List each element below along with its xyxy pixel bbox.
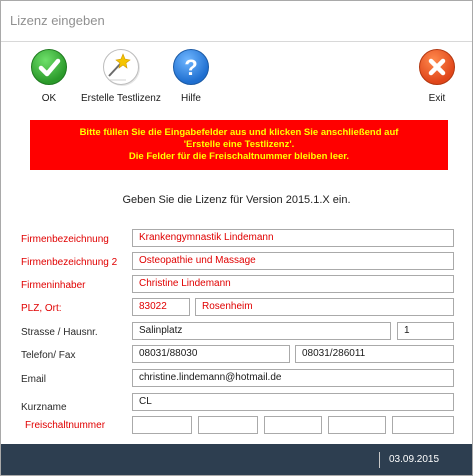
svg-text:?: ? bbox=[184, 55, 197, 80]
help-icon: ? bbox=[173, 49, 209, 85]
checkmark-icon bbox=[31, 49, 67, 85]
email-label: Email bbox=[21, 374, 47, 385]
notice-line-2: 'Erstelle eine Testlizenz'. bbox=[183, 139, 295, 150]
freischaltnummer-label: Freischaltnummer bbox=[25, 420, 106, 431]
freischalt-field-4[interactable] bbox=[328, 416, 386, 434]
close-icon bbox=[419, 49, 455, 85]
version-subtitle: Geben Sie die Lizenz für Version 2015.1.… bbox=[122, 194, 351, 206]
email-field[interactable]: christine.lindemann@hotmail.de bbox=[132, 369, 454, 387]
freischalt-field-2[interactable] bbox=[198, 416, 258, 434]
hausnr-field[interactable]: 1 bbox=[397, 322, 454, 340]
firmenbezeichnung-label: Firmenbezeichnung bbox=[21, 234, 109, 245]
create-test-license-label: Erstelle Testlizenz bbox=[81, 93, 161, 104]
freischalt-field-5[interactable] bbox=[392, 416, 454, 434]
telefon-field[interactable]: 08031/88030 bbox=[132, 345, 290, 363]
fax-field[interactable]: 08031/286011 bbox=[295, 345, 454, 363]
help-label: Hilfe bbox=[180, 93, 201, 104]
telefon-fax-label: Telefon/ Fax bbox=[21, 350, 76, 361]
title-bar: Lizenz eingeben bbox=[1, 1, 472, 41]
firmeninhaber-field[interactable]: Christine Lindemann bbox=[132, 275, 454, 293]
notice-line-3: Die Felder für die Freischaltnummer blei… bbox=[128, 151, 350, 162]
firmenbezeichnung-field[interactable]: Krankengymnastik Lindemann bbox=[132, 229, 454, 247]
notice-line-1: Bitte füllen Sie die Eingabefelder aus u… bbox=[79, 127, 399, 138]
kurzname-field[interactable]: CL bbox=[132, 393, 454, 411]
strasse-field[interactable]: Salinplatz bbox=[132, 322, 391, 340]
firmenbezeichnung2-field[interactable]: Osteopathie und Massage bbox=[132, 252, 454, 270]
freischalt-field-1[interactable] bbox=[132, 416, 192, 434]
exit-label: Exit bbox=[428, 93, 446, 104]
kurzname-label: Kurzname bbox=[21, 402, 67, 413]
status-bar: 03.09.2015 bbox=[1, 444, 472, 475]
create-test-license-button[interactable]: Erstelle Testlizenz bbox=[81, 49, 161, 104]
ok-label: OK bbox=[41, 93, 57, 104]
title-divider bbox=[1, 41, 472, 42]
status-date: 03.09.2015 bbox=[389, 454, 440, 465]
plz-field[interactable]: 83022 bbox=[132, 298, 190, 316]
ok-button[interactable]: OK bbox=[31, 49, 67, 104]
firmenbezeichnung2-label: Firmenbezeichnung 2 bbox=[21, 257, 118, 268]
exit-button[interactable]: Exit bbox=[419, 49, 455, 104]
document-wand-icon bbox=[102, 49, 139, 85]
ort-field[interactable]: Rosenheim bbox=[195, 298, 454, 316]
strasse-label: Strasse / Hausnr. bbox=[21, 327, 98, 338]
plz-ort-label: PLZ, Ort: bbox=[21, 303, 62, 314]
firmeninhaber-label: Firmeninhaber bbox=[21, 280, 86, 291]
window-title: Lizenz eingeben bbox=[10, 13, 105, 28]
notice-box: Bitte füllen Sie die Eingabefelder aus u… bbox=[30, 120, 448, 170]
freischalt-field-3[interactable] bbox=[264, 416, 322, 434]
status-separator bbox=[379, 452, 380, 468]
help-button[interactable]: ? Hilfe bbox=[173, 49, 209, 104]
license-dialog: Lizenz eingeben OK Erstelle Testlizenz ?… bbox=[0, 0, 473, 476]
